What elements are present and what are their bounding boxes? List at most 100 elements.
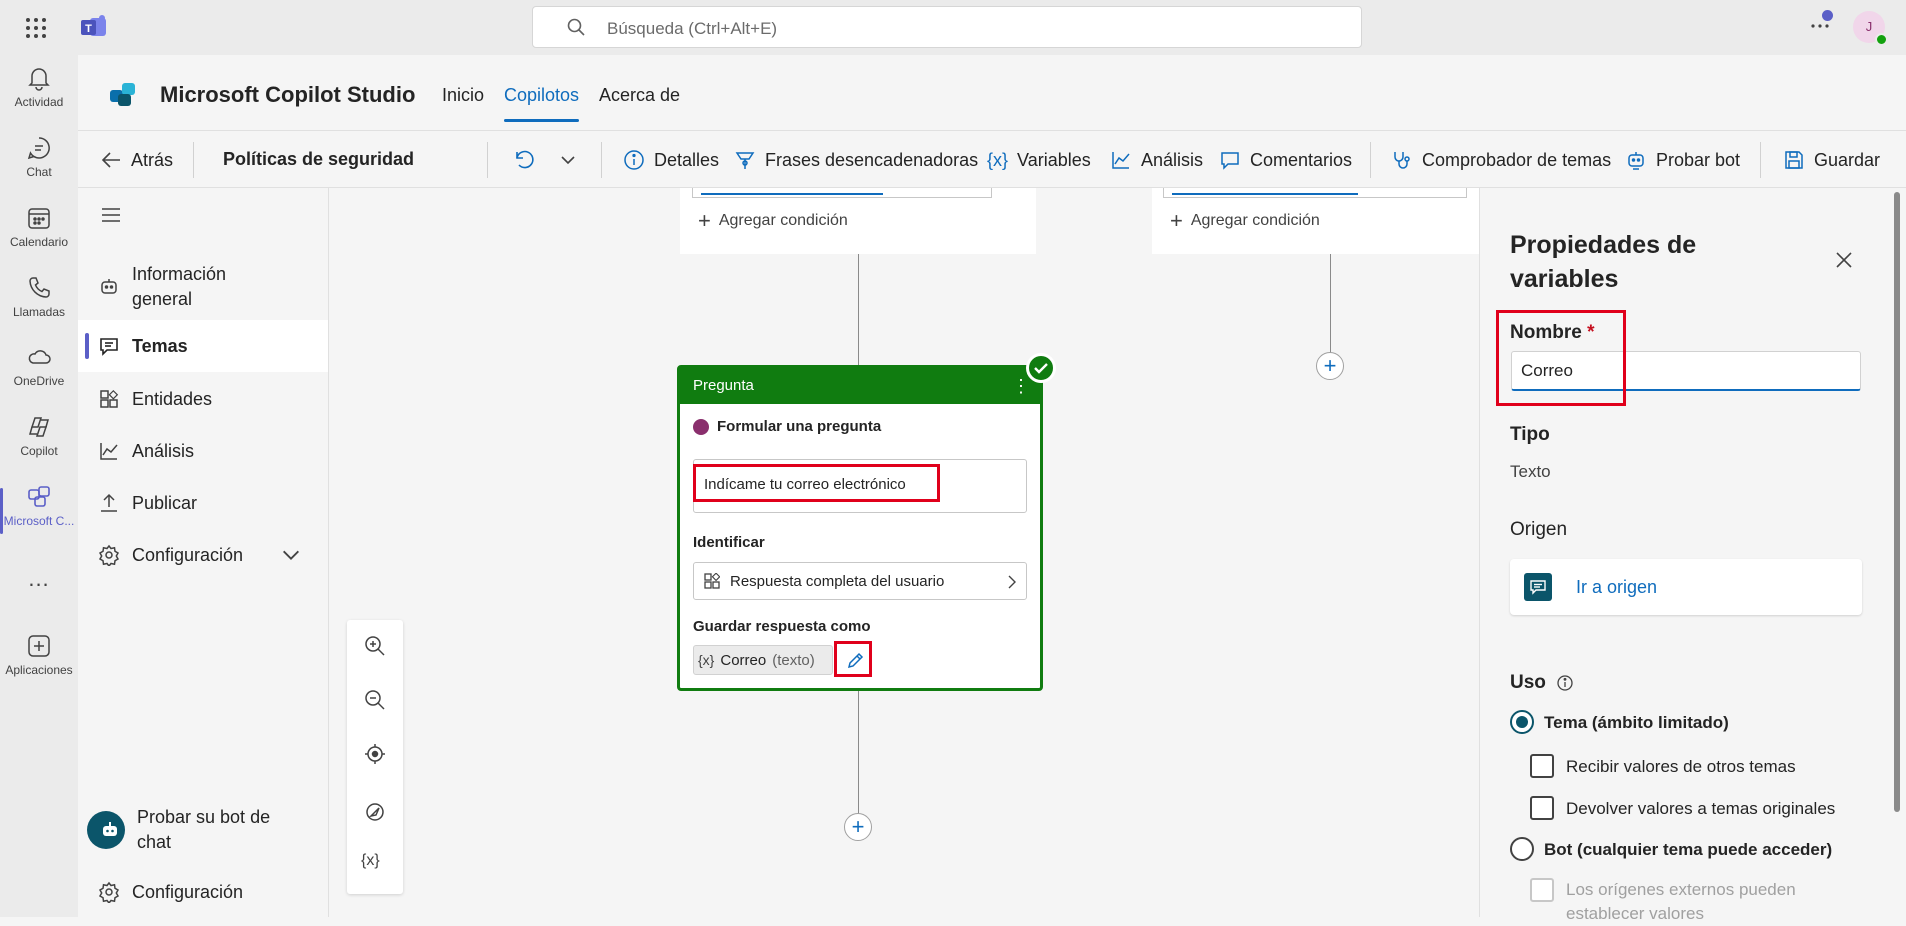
nav-item-topics[interactable]: Temas [78,320,328,372]
test-bot-button[interactable]: Probar bot [1625,132,1740,188]
zoom-out-icon[interactable] [363,688,387,712]
rail-item-copilot-studio[interactable]: Microsoft C... [0,484,78,546]
toolbar-divider [487,142,488,178]
chevron-down-icon [561,156,575,165]
save-button[interactable]: Guardar [1783,132,1880,188]
undo-dropdown-button[interactable] [557,132,579,188]
rail-item-onedrive[interactable]: OneDrive [0,344,78,406]
zoom-in-icon[interactable] [363,634,387,658]
add-node-button[interactable]: + [1316,352,1344,380]
notification-dot [1822,10,1833,21]
search-input[interactable]: Búsqueda (Ctrl+Alt+E) [532,6,1362,48]
rail-item-copilot[interactable]: Copilot [0,414,78,476]
entity-icon [704,573,720,589]
back-button[interactable]: Atrás [100,132,173,188]
nav-item-overview[interactable]: Información general [78,256,328,318]
toolbar-divider [193,142,194,178]
condition-field[interactable] [1163,188,1467,198]
trigger-icon [735,152,755,169]
rail-label: Chat [26,165,52,179]
copilot-nav: Información general Temas Entidades Anál… [78,188,329,917]
zoom-controls: {x} [347,620,403,894]
nav-item-settings[interactable]: Configuración [78,530,328,580]
nav-item-publish[interactable]: Publicar [78,478,328,528]
rail-item-apps[interactable]: Aplicaciones [0,633,78,695]
rail-item-calls[interactable]: Llamadas [0,275,78,337]
cloud-icon [28,350,51,364]
add-app-icon [28,635,50,657]
identify-select[interactable]: Respuesta completa del usuario [693,562,1027,600]
go-to-origin-button[interactable]: Ir a origen [1510,559,1862,615]
nav-bottom-settings[interactable]: Configuración [78,872,328,912]
topics-icon [100,338,118,356]
usage-label: Uso [1510,672,1574,694]
scope-topic-label: Tema (ámbito limitado) [1544,713,1729,732]
close-icon[interactable] [1834,250,1854,270]
go-to-origin-link: Ir a origen [1576,576,1658,597]
variable-icon: {x} [698,652,715,668]
rail-label: Actividad [14,95,64,109]
variables-button[interactable]: {x} Variables [987,132,1091,188]
undo-button[interactable] [513,132,535,188]
add-condition-button[interactable]: + Agregar condición [1170,210,1320,232]
bell-icon [28,68,50,91]
app-header: Microsoft Copilot Studio Inicio Copiloto… [78,55,1906,131]
minimap-icon[interactable] [363,800,387,824]
hamburger-menu-icon[interactable] [100,206,122,224]
rail-item-chat[interactable]: Chat [0,135,78,197]
app-launcher-icon[interactable] [24,16,48,40]
tab-copilotos[interactable]: Copilotos [504,85,580,122]
scope-bot-radio[interactable] [1510,837,1534,861]
condition-card[interactable]: + Agregar condición [680,188,1036,254]
save-label: Guardar [1814,149,1881,170]
toolbar-divider [601,142,602,178]
trigger-phrases-button[interactable]: Frases desencadenadoras [734,132,978,188]
variable-type: (texto) [772,651,815,669]
rail-more-button[interactable]: ... [0,566,78,596]
add-condition-label: Agregar condición [1190,212,1320,229]
identify-value: Respuesta completa del usuario [730,572,945,590]
authoring-canvas[interactable]: + Agregar condición + Agregar condición … [329,188,1479,917]
condition-card[interactable]: + Agregar condición [1152,188,1479,254]
receive-values-checkbox[interactable] [1530,754,1554,778]
external-sources-label: Los orígenes externos pueden establecer … [1566,880,1796,923]
rail-item-activity[interactable]: Actividad [0,65,78,127]
comments-button[interactable]: Comentarios [1219,132,1352,188]
tab-acerca-de[interactable]: Acerca de [599,85,680,106]
nav-label: Configuración [132,544,244,565]
topic-title[interactable]: Políticas de seguridad [223,149,414,170]
condition-field[interactable] [692,188,992,198]
question-node-header: Pregunta ⋮ [680,368,1040,404]
details-button[interactable]: Detalles [623,132,719,188]
info-icon[interactable] [1556,674,1574,692]
usage-label-text: Uso [1510,672,1546,693]
add-condition-button[interactable]: + Agregar condición [698,210,848,232]
copilot-studio-logo-icon [108,79,140,109]
return-values-checkbox[interactable] [1530,796,1554,820]
bot-avatar-icon [87,811,125,849]
rail-label: Microsoft C... [3,514,75,528]
test-bot-nav-label: Probar su bot de chat [137,807,271,852]
topic-checker-label: Comprobador de temas [1422,149,1612,170]
recenter-icon[interactable] [363,742,387,766]
add-node-button[interactable]: + [844,813,872,841]
chevron-down-icon[interactable] [280,544,302,566]
user-avatar[interactable]: J [1853,11,1888,46]
variable-chip[interactable]: {x} Correo (texto) [693,645,833,675]
chart-line-icon [100,443,118,460]
rail-item-calendar[interactable]: Calendario [0,205,78,267]
scope-topic-radio[interactable] [1510,710,1534,734]
topic-checker-button[interactable]: Comprobador de temas [1391,132,1611,188]
test-bot-nav-button[interactable]: Probar su bot de chat [78,802,328,858]
tab-inicio[interactable]: Inicio [442,85,484,106]
nav-label: Temas [132,335,188,356]
variables-panel-icon[interactable]: {x} [361,852,380,870]
analytics-button[interactable]: Análisis [1110,132,1203,188]
panel-scrollbar[interactable] [1894,192,1900,812]
info-icon [624,150,644,170]
nav-item-analytics[interactable]: Análisis [78,426,328,476]
nav-item-entities[interactable]: Entidades [78,374,328,424]
node-type-label: Pregunta [693,377,754,394]
ask-question-heading: Formular una pregunta [693,418,881,435]
back-label: Atrás [131,149,174,170]
